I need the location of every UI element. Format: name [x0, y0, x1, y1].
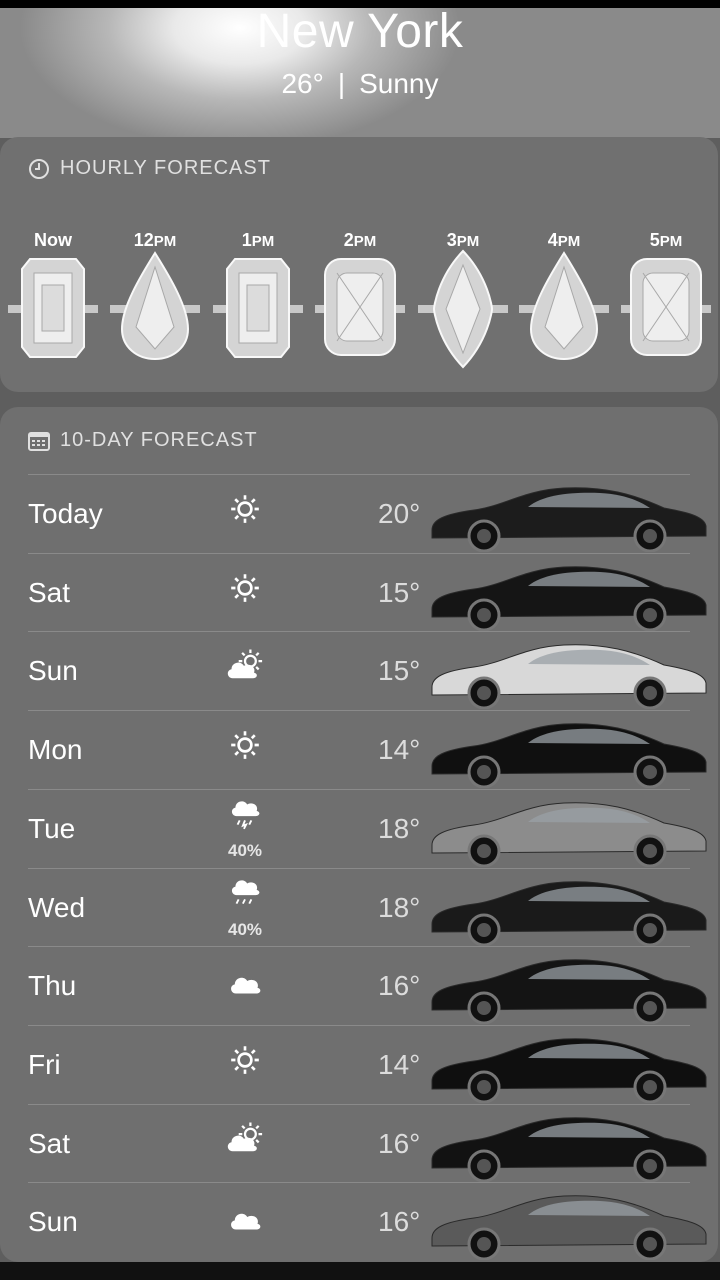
row-divider [28, 552, 690, 554]
forecast-row[interactable]: Sun 16° [28, 1184, 707, 1262]
temperature-bar-car-image [424, 480, 714, 557]
forecast-row[interactable]: Today 20° [28, 476, 707, 554]
forecast-day: Tue [28, 812, 76, 844]
status-bar [0, 0, 720, 8]
ten-day-forecast-header: 10-DAY FORECAST [28, 429, 258, 452]
thunderstorm-icon [222, 797, 268, 836]
row-divider [28, 788, 690, 790]
temperature-bar-car-image [424, 559, 714, 636]
temperature-bar-car-image [424, 1110, 714, 1187]
temperature-bar-car-image [424, 795, 714, 872]
cloud-icon [222, 1200, 268, 1239]
forecast-temperature: 15° [378, 655, 421, 687]
forecast-day: Fri [28, 1048, 61, 1080]
forecast-row[interactable]: Fri 14° [28, 1027, 707, 1105]
forecast-row[interactable]: Tue 40% 18° [28, 791, 707, 869]
hourly-ring-icon [418, 247, 508, 376]
forecast-temperature: 16° [378, 970, 421, 1002]
partly-cloudy-icon [222, 649, 268, 690]
forecast-row[interactable]: Sun 15° [28, 633, 707, 711]
forecast-day: Wed [28, 891, 86, 923]
hourly-ring-icon [213, 247, 303, 376]
forecast-day: Sun [28, 655, 78, 687]
hourly-icons-row [0, 245, 720, 375]
sun-icon [222, 1043, 268, 1082]
forecast-row[interactable]: Mon 14° [28, 712, 707, 790]
forecast-day: Sat [28, 1127, 71, 1159]
row-divider [28, 1182, 690, 1184]
row-divider [28, 1024, 690, 1026]
hourly-forecast-header: HOURLY FORECAST [28, 157, 271, 180]
forecast-temperature: 14° [378, 1048, 421, 1080]
temperature-bar-car-image [424, 637, 714, 714]
temperature-bar-car-image [424, 1031, 714, 1108]
row-divider [28, 946, 690, 948]
forecast-temperature: 16° [378, 1206, 421, 1238]
calendar-icon [28, 431, 50, 451]
partly-cloudy-icon [222, 1122, 268, 1163]
hourly-ring-icon [621, 247, 711, 376]
forecast-temperature: 18° [378, 891, 421, 923]
forecast-row[interactable]: Wed 40% 18° [28, 870, 707, 948]
forecast-row[interactable]: Sat 16° [28, 1106, 707, 1184]
separator: | [337, 68, 346, 99]
row-divider [28, 631, 690, 633]
city-name: New York [256, 8, 464, 58]
forecast-day: Mon [28, 734, 83, 766]
hourly-forecast-title: HOURLY FORECAST [60, 157, 271, 179]
forecast-temperature: 14° [378, 734, 421, 766]
hourly-ring-icon [8, 247, 98, 376]
home-indicator-bar [0, 1262, 720, 1280]
clock-icon [28, 158, 50, 180]
precipitation-chance: 40% [227, 919, 263, 939]
forecast-temperature: 15° [378, 576, 421, 608]
current-conditions: 26° | Sunny [0, 68, 720, 100]
temperature-bar-car-image [424, 874, 714, 951]
location-header: New York 26° | Sunny [0, 8, 720, 138]
current-temperature: 26° [281, 68, 324, 99]
forecast-row[interactable]: Sat 15° [28, 555, 707, 633]
forecast-temperature: 20° [378, 498, 421, 529]
hourly-ring-icon [519, 247, 609, 376]
forecast-day: Sat [28, 576, 71, 608]
precipitation-chance: 40% [227, 840, 263, 860]
sun-icon [222, 571, 268, 610]
current-condition: Sunny [359, 68, 439, 99]
forecast-temperature: 18° [378, 812, 421, 844]
sun-icon [222, 492, 268, 531]
forecast-temperature: 16° [378, 1127, 421, 1159]
row-divider [28, 474, 690, 475]
rain-cloud-icon [222, 876, 268, 915]
row-divider [28, 1103, 690, 1105]
row-divider [28, 710, 690, 712]
forecast-day: Sun [28, 1206, 78, 1238]
temperature-bar-car-image [424, 1188, 714, 1265]
cloud-icon [222, 964, 268, 1003]
ten-day-forecast-title: 10-DAY FORECAST [60, 429, 258, 451]
forecast-day: Today [28, 498, 103, 529]
hourly-ring-icon [315, 247, 405, 376]
sun-icon [222, 728, 268, 767]
forecast-day: Thu [28, 970, 77, 1002]
temperature-bar-car-image [424, 716, 714, 793]
hourly-ring-icon [110, 247, 200, 376]
row-divider [28, 867, 690, 869]
forecast-row[interactable]: Thu 16° [28, 948, 707, 1026]
temperature-bar-car-image [424, 952, 714, 1029]
